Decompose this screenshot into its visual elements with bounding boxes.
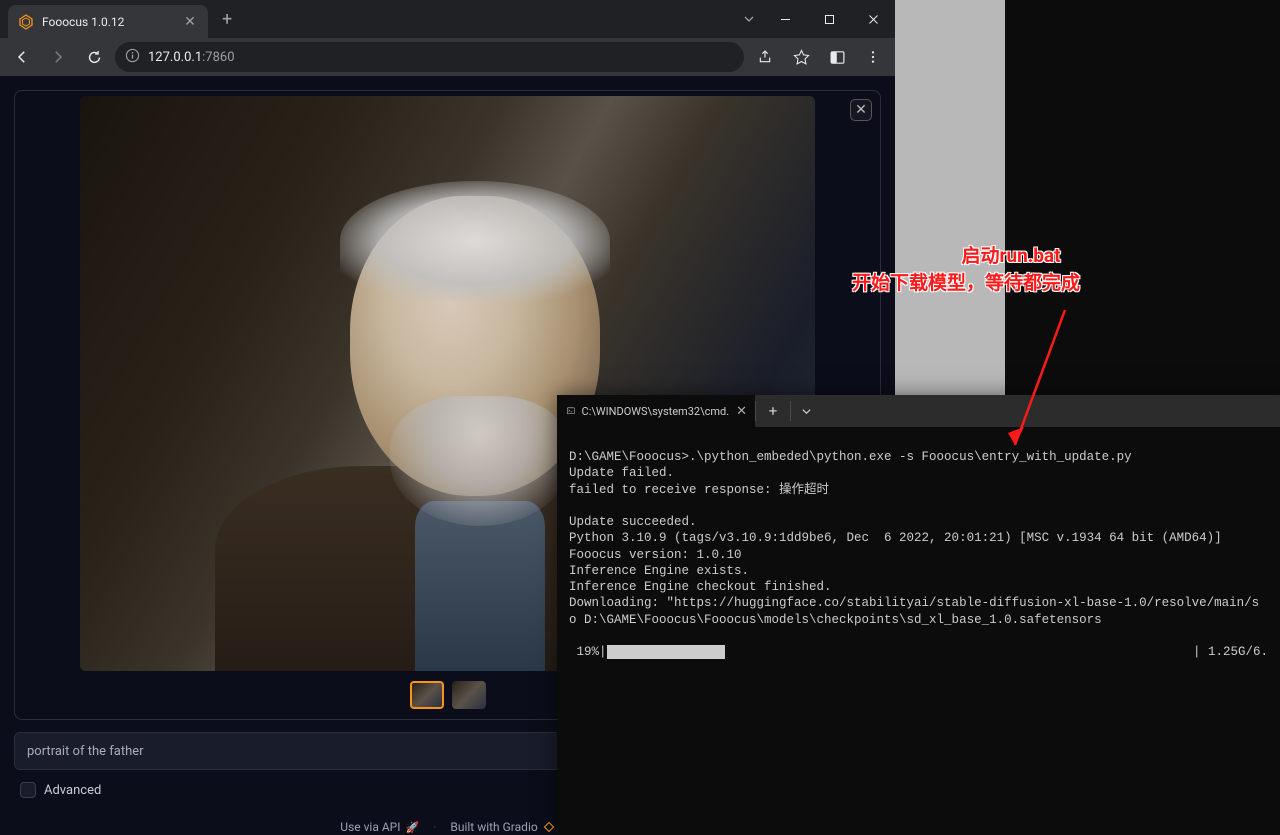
browser-tab[interactable]: Fooocus 1.0.12 ✕: [8, 5, 208, 38]
prompt-text: portrait of the father: [27, 744, 144, 759]
new-tab-button[interactable]: +: [222, 9, 232, 30]
progress-bar-filled: [607, 645, 725, 659]
term-line: failed to receive response: 操作超时: [569, 483, 829, 497]
browser-tab-title: Fooocus 1.0.12: [42, 15, 124, 29]
browser-toolbar: 127.0.0.1:7860: [0, 38, 895, 76]
gradio-icon: [543, 821, 555, 833]
close-tab-icon[interactable]: ✕: [182, 14, 198, 30]
close-image-button[interactable]: ✕: [850, 99, 872, 121]
minimize-button[interactable]: [763, 0, 807, 38]
footer-separator: ·: [433, 820, 436, 834]
thumbnail-2[interactable]: [452, 681, 486, 709]
side-panel-button[interactable]: [822, 42, 852, 72]
portrait-beard-shape: [390, 396, 570, 526]
tab-dropdown-icon[interactable]: [735, 13, 763, 25]
fooocus-favicon-icon: [18, 14, 34, 30]
term-line: Python 3.10.9 (tags/v3.10.9:1dd9be6, Dec…: [569, 531, 1222, 545]
terminal-tab-close-icon[interactable]: ✕: [736, 404, 747, 419]
terminal-new-tab-button[interactable]: +: [755, 401, 791, 421]
progress-percent: 19%|: [569, 644, 607, 660]
back-button[interactable]: [7, 42, 37, 72]
rocket-icon: 🚀: [406, 821, 420, 834]
menu-button[interactable]: [858, 42, 888, 72]
terminal-tab-title: C:\WINDOWS\system32\cmd.: [582, 405, 730, 418]
reload-button[interactable]: [79, 42, 109, 72]
site-info-icon[interactable]: [125, 48, 140, 67]
url-port: :7860: [202, 50, 234, 65]
term-line: o D:\GAME\Fooocus\Fooocus\models\checkpo…: [569, 613, 1102, 627]
api-link[interactable]: Use via API 🚀: [340, 820, 419, 834]
portrait-hair-shape: [340, 181, 610, 301]
bookmark-button[interactable]: [786, 42, 816, 72]
terminal-body[interactable]: D:\GAME\Fooocus>.\python_embeded\python.…: [557, 427, 1280, 835]
portrait-shirt-shape: [415, 501, 545, 671]
term-line: Fooocus version: 1.0.10: [569, 548, 742, 562]
cmd-icon: [567, 404, 575, 418]
term-line: Downloading: "https://huggingface.co/sta…: [569, 596, 1259, 610]
thumbnail-row: [410, 681, 486, 709]
progress-line: 19%| | 1.25G/6.: [569, 644, 1268, 660]
terminal-dropdown-icon[interactable]: [791, 406, 821, 417]
advanced-checkbox[interactable]: [20, 782, 36, 798]
term-line: Inference Engine exists.: [569, 564, 749, 578]
term-line: Inference Engine checkout finished.: [569, 580, 832, 594]
term-line: D:\GAME\Fooocus>.\python_embeded\python.…: [569, 450, 1132, 464]
background-dark-strip: [1005, 0, 1280, 395]
share-button[interactable]: [750, 42, 780, 72]
terminal-titlebar: C:\WINDOWS\system32\cmd. ✕ +: [557, 395, 1280, 427]
terminal-window: C:\WINDOWS\system32\cmd. ✕ + D:\GAME\Foo…: [557, 395, 1280, 835]
annotation-text: 启动run.bat 开始下载模型，等待都完成: [852, 243, 1080, 296]
term-line: Update succeeded.: [569, 515, 697, 529]
terminal-tab[interactable]: C:\WINDOWS\system32\cmd. ✕: [557, 395, 755, 427]
browser-tab-bar: Fooocus 1.0.12 ✕ +: [0, 0, 895, 38]
close-window-button[interactable]: [851, 0, 895, 38]
address-bar[interactable]: 127.0.0.1:7860: [115, 42, 744, 72]
maximize-button[interactable]: [807, 0, 851, 38]
url-host: 127.0.0.1: [148, 50, 202, 65]
progress-tail: | 1.25G/6.: [1193, 644, 1268, 660]
term-line: Update failed.: [569, 466, 674, 480]
thumbnail-1[interactable]: [410, 681, 444, 709]
built-with-link[interactable]: Built with Gradio: [450, 820, 554, 834]
forward-button[interactable]: [43, 42, 73, 72]
advanced-label: Advanced: [44, 783, 101, 798]
